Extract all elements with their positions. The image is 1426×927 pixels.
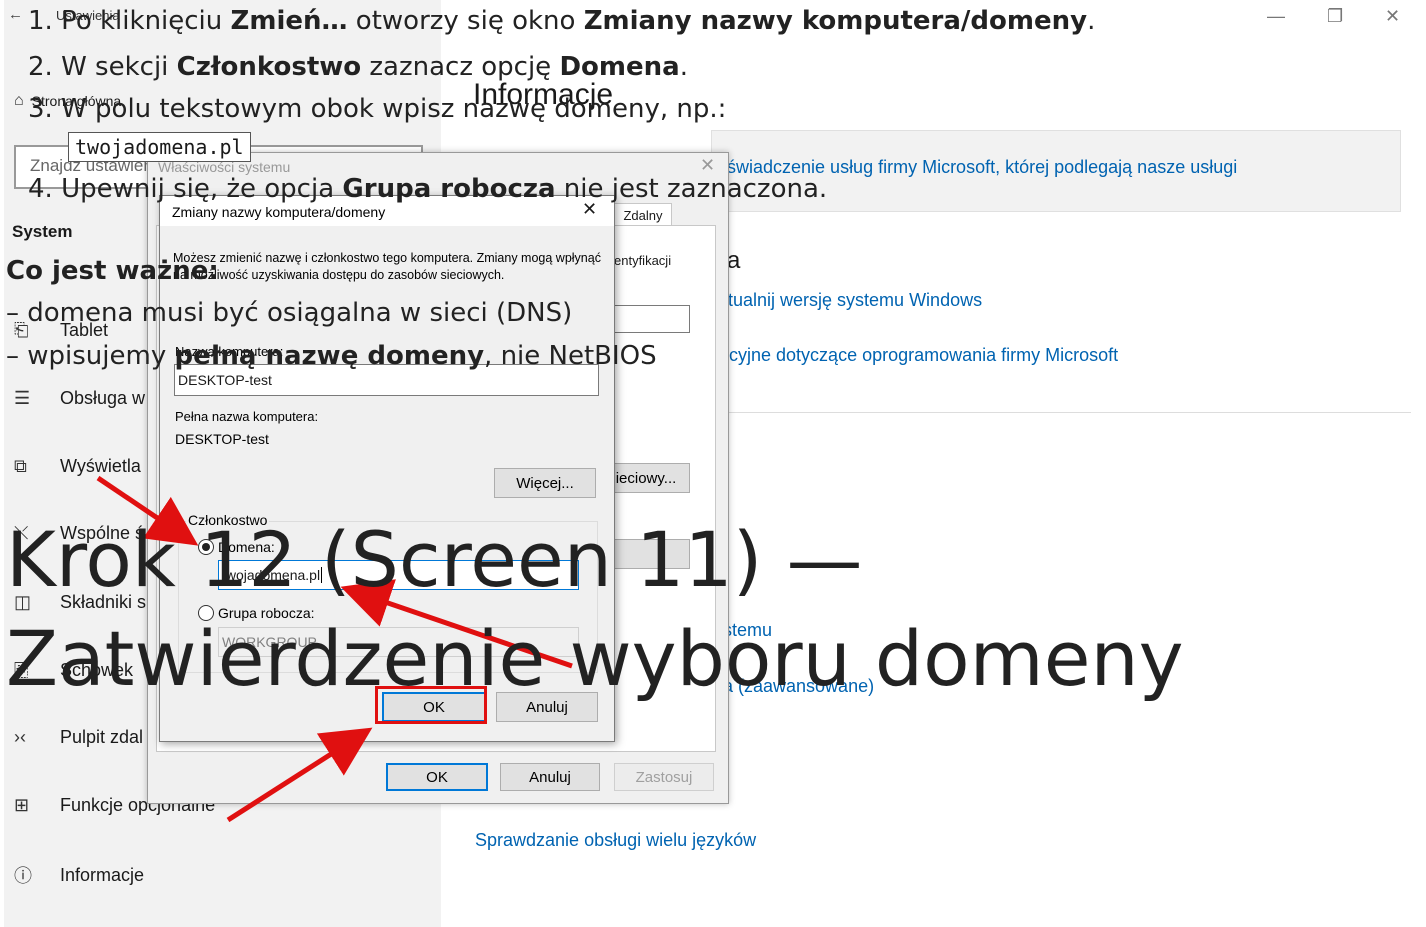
step-1-text: Po kliknięciu xyxy=(61,6,231,36)
step-2-end: . xyxy=(679,52,688,82)
step-2-number: 2. xyxy=(28,52,62,82)
arrow-to-ok-button xyxy=(226,727,373,823)
step-1-end: . xyxy=(1087,6,1096,36)
step-title-line-1: Krok 12 (Screen 11) — xyxy=(6,515,863,604)
step-2-text: W sekcji xyxy=(61,52,177,82)
step-4-end: nie jest zaznaczona. xyxy=(555,174,828,204)
step-3-text: W polu tekstowym obok wpisz nazwę domeny… xyxy=(61,94,727,124)
step-1-bold-1: Zmień… xyxy=(230,6,348,36)
step-4: 4. Upewnij się, że opcja Grupa robocza n… xyxy=(28,174,827,204)
step-2-bold-2: Domena xyxy=(559,52,680,82)
step-4-text: Upewnij się, że opcja xyxy=(61,174,343,204)
step-1-number: 1. xyxy=(28,6,62,36)
note-2: – wpisujemy pełną nazwę domeny, nie NetB… xyxy=(6,341,657,371)
step-3-number: 3. xyxy=(28,94,62,124)
step-2-bold-1: Członkostwo xyxy=(176,52,362,82)
step-title-line-2: Zatwierdzenie wyboru domeny xyxy=(6,614,1184,703)
step-1-bold-2: Zmiany nazwy komputera/domeny xyxy=(583,6,1088,36)
note-2-bold: pełną nazwę domeny xyxy=(174,341,485,371)
step-3: 3. W polu tekstowym obok wpisz nazwę dom… xyxy=(28,94,726,124)
step-1: 1. Po kliknięciu Zmień… otworzy się okno… xyxy=(28,6,1095,36)
important-heading: Co jest ważne: xyxy=(6,256,219,286)
note-2-text: – wpisujemy xyxy=(6,341,175,371)
note-1: – domena musi być osiągalna w sieci (DNS… xyxy=(6,298,573,328)
note-2-end: , nie NetBIOS xyxy=(484,341,657,371)
step-4-bold: Grupa robocza xyxy=(342,174,556,204)
step-1-text-2: otworzy się okno xyxy=(347,6,584,36)
step-4-number: 4. xyxy=(28,174,62,204)
code-sample: twojadomena.pl xyxy=(68,132,251,162)
step-2: 2. W sekcji Członkostwo zaznacz opcję Do… xyxy=(28,52,688,82)
step-2-text-2: zaznacz opcję xyxy=(361,52,560,82)
